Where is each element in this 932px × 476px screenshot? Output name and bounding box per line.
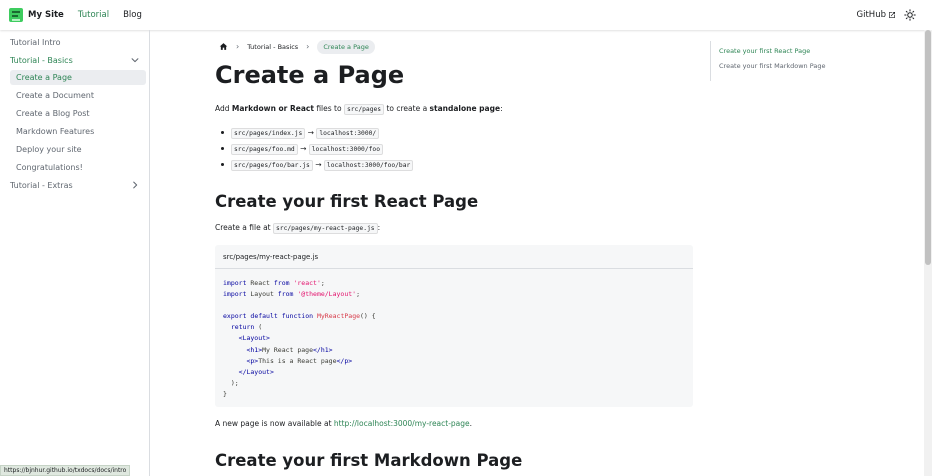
- code-line: );: [223, 378, 239, 387]
- page-scrollbar[interactable]: [924, 30, 932, 476]
- scrollbar-thumb[interactable]: [925, 30, 931, 265]
- breadcrumb-current-page: Create a Page: [317, 39, 375, 54]
- docs-sidebar: Tutorial Intro Tutorial - Basics Create …: [0, 30, 150, 476]
- code-line: }: [223, 389, 227, 398]
- github-link[interactable]: GitHub: [857, 10, 896, 20]
- theme-toggle-sun-icon[interactable]: [904, 9, 916, 21]
- code-block: src/pages/my-react-page.js import React …: [215, 245, 693, 407]
- navbar-right: GitHub: [857, 0, 916, 30]
- brand-link[interactable]: My Site: [9, 8, 64, 22]
- available-paragraph: A new page is now available at http://lo…: [215, 419, 473, 428]
- code-line: return (: [230, 323, 263, 332]
- sidebar-item-deploy-your-site[interactable]: Deploy your site: [16, 145, 82, 154]
- sidebar-item-tutorial-intro[interactable]: Tutorial Intro: [10, 38, 61, 47]
- heading-create-markdown-page: Create your first Markdown Page: [215, 451, 523, 470]
- chevron-right-icon[interactable]: [130, 180, 140, 190]
- table-of-contents: Create your first React Page Create your…: [710, 41, 910, 81]
- list-item: src/pages/index.js → localhost:3000/: [231, 128, 380, 139]
- list-item: src/pages/foo.md → localhost:3000/foo: [231, 144, 383, 155]
- list-bullet: [221, 147, 224, 150]
- code-line: </Layout>: [238, 367, 274, 376]
- create-file-paragraph: Create a file at src/pages/my-react-page…: [215, 223, 381, 234]
- breadcrumb-tutorial-basics[interactable]: Tutorial - Basics: [247, 43, 298, 51]
- nav-link-tutorial[interactable]: Tutorial: [78, 10, 109, 20]
- code-line: import Layout from '@theme/Layout';: [223, 290, 360, 299]
- sidebar-category-tutorial-extras[interactable]: Tutorial - Extras: [10, 181, 73, 190]
- code-block-content: import React from 'react'; import Layout …: [215, 269, 693, 400]
- code-line: export default function MyReactPage() {: [223, 312, 376, 321]
- sidebar-category-tutorial-basics[interactable]: Tutorial - Basics: [10, 56, 73, 65]
- github-label: GitHub: [856, 10, 886, 20]
- code-line: <p>This is a React page</p>: [246, 356, 353, 365]
- sidebar-item-create-a-blog-post[interactable]: Create a Blog Post: [16, 109, 90, 118]
- sidebar-item-create-a-page[interactable]: Create a Page: [16, 73, 72, 82]
- list-item: src/pages/foo/bar.js → localhost:3000/fo…: [231, 160, 414, 171]
- chevron-up-icon[interactable]: [130, 55, 140, 65]
- nav-link-blog[interactable]: Blog: [123, 10, 142, 20]
- code-line: <h1>My React page</h1>: [246, 345, 333, 354]
- breadcrumb: › Tutorial - Basics › Create a Page: [215, 39, 375, 54]
- list-bullet: [221, 131, 224, 134]
- list-bullet: [221, 163, 224, 166]
- react-page-link[interactable]: http://localhost:3000/my-react-page: [334, 419, 470, 428]
- site-logo: [9, 8, 23, 22]
- breadcrumb-separator-icon: ›: [306, 42, 310, 51]
- home-icon[interactable]: [219, 42, 228, 51]
- code-line: <Layout>: [238, 334, 270, 343]
- breadcrumb-separator-icon: ›: [236, 42, 240, 51]
- sidebar-item-congratulations[interactable]: Congratulations!: [16, 163, 83, 172]
- intro-paragraph: Add Markdown or React files to src/pages…: [215, 104, 503, 115]
- toc-item-react-page[interactable]: Create your first React Page: [719, 47, 810, 55]
- link-status-bar: https://bjnhur.github.io/txdocs/docs/int…: [0, 465, 131, 476]
- page-title: Create a Page: [215, 61, 405, 89]
- sidebar-item-markdown-features[interactable]: Markdown Features: [16, 127, 94, 136]
- heading-create-react-page: Create your first React Page: [215, 192, 479, 211]
- sidebar-item-create-a-document[interactable]: Create a Document: [16, 91, 94, 100]
- external-link-icon: [889, 12, 895, 18]
- toc-item-markdown-page[interactable]: Create your first Markdown Page: [719, 62, 825, 70]
- navbar: My Site Tutorial Blog GitHub: [0, 0, 932, 30]
- code-line: import React from 'react';: [223, 279, 325, 287]
- code-block-title: src/pages/my-react-page.js: [215, 245, 693, 269]
- brand-title: My Site: [28, 10, 64, 20]
